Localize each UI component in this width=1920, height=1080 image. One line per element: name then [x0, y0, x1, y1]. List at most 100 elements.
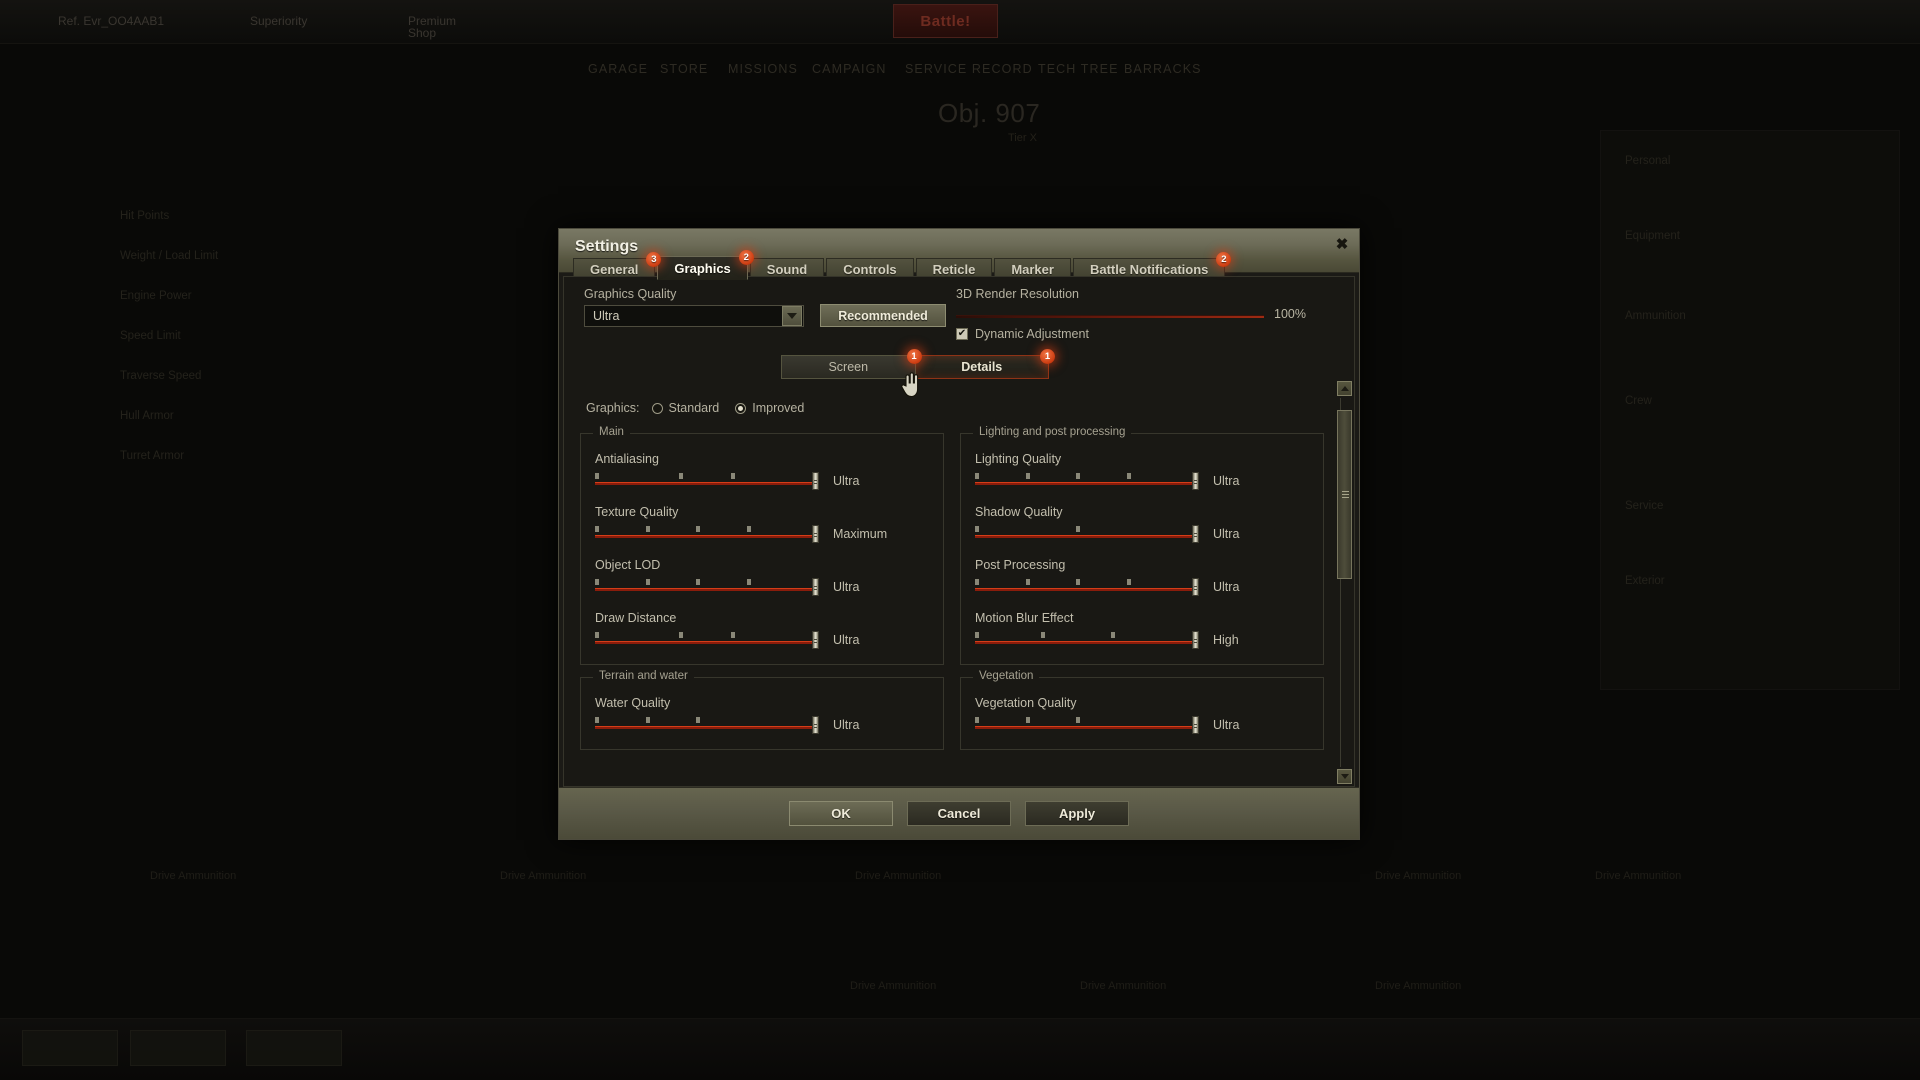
slider-track[interactable]	[975, 482, 1199, 485]
slider-tick	[678, 632, 683, 638]
slider-handle[interactable]	[812, 472, 819, 490]
slider-tick	[1076, 473, 1081, 479]
setting-label: Draw Distance	[595, 611, 677, 625]
background-ammo-row: Drive Ammunition	[1375, 870, 1462, 882]
slider-handle[interactable]	[1192, 472, 1199, 490]
setting-row: Shadow Quality Ultra	[975, 505, 1309, 543]
setting-slider[interactable]	[975, 578, 1199, 596]
setting-label: Shadow Quality	[975, 505, 1063, 519]
background-topbar-item: Superiority	[250, 14, 308, 28]
slider-tick	[746, 579, 751, 585]
slider-tick	[696, 526, 701, 532]
graphics-mode-standard[interactable]: Standard	[651, 401, 720, 415]
setting-label: Motion Blur Effect	[975, 611, 1074, 625]
selected-tank-name: Obj. 907	[938, 98, 1041, 128]
graphics-mode-label: Graphics:	[586, 401, 640, 415]
setting-slider-row: Ultra	[595, 631, 929, 649]
settings-group: Lighting and post processing Lighting Qua…	[960, 426, 1324, 665]
setting-slider-row: High	[975, 631, 1309, 649]
setting-slider[interactable]	[595, 472, 819, 490]
background-topbar-item: Ref. Evr_OO4AAB1	[58, 14, 165, 28]
slider-track[interactable]	[595, 535, 819, 538]
graphics-mode-label: Standard	[668, 401, 720, 415]
background-info-row: Ammunition	[1625, 310, 1686, 322]
slider-tick	[595, 473, 599, 479]
chevron-down-icon[interactable]	[782, 306, 802, 326]
slider-tick	[1076, 717, 1081, 723]
slider-track[interactable]	[975, 641, 1199, 644]
setting-slider[interactable]	[975, 716, 1199, 734]
dialog-body: Graphics Quality Ultra Recommended 3D Re…	[563, 276, 1355, 787]
setting-value: Ultra	[1213, 718, 1240, 732]
background-info-row: Equipment	[1625, 230, 1680, 242]
slider-track[interactable]	[975, 535, 1199, 538]
dynamic-adjustment-checkbox[interactable]: ✔ Dynamic Adjustment	[956, 327, 1089, 341]
tab-label: General	[590, 262, 639, 277]
setting-slider[interactable]	[975, 472, 1199, 490]
ok-button[interactable]: OK	[789, 801, 893, 826]
setting-slider[interactable]	[595, 525, 819, 543]
setting-slider[interactable]	[975, 525, 1199, 543]
slider-tick	[595, 717, 599, 723]
background-bottom-slot	[130, 1030, 226, 1066]
slider-tick	[731, 632, 736, 638]
slider-track[interactable]	[595, 726, 819, 729]
slider-tick	[975, 632, 979, 638]
background-bottom-slot	[246, 1030, 342, 1066]
slider-track[interactable]	[595, 641, 819, 644]
radio-icon[interactable]	[651, 402, 663, 414]
slider-handle[interactable]	[812, 525, 819, 543]
background-ammo-row: Drive Ammunition	[500, 870, 587, 882]
battle-button[interactable]: Battle!	[893, 4, 998, 38]
slider-ticks	[595, 579, 819, 586]
recommended-button[interactable]: Recommended	[820, 304, 946, 327]
subtab-screen[interactable]: Screen 1	[781, 349, 922, 379]
close-icon[interactable]: ✖	[1331, 233, 1353, 255]
subtab-details[interactable]: Details 1	[915, 349, 1055, 379]
setting-label: Lighting Quality	[975, 452, 1062, 466]
graphics-quality-select[interactable]: Ultra	[584, 305, 804, 327]
scroll-up-icon[interactable]	[1337, 381, 1352, 396]
background-nav-item: STORE	[660, 62, 709, 76]
slider-tick	[975, 579, 979, 585]
slider-track[interactable]	[975, 726, 1199, 729]
setting-slider[interactable]	[975, 631, 1199, 649]
setting-row: Texture Quality Maximum	[595, 505, 929, 543]
scrollbar-thumb[interactable]	[1337, 410, 1352, 580]
slider-track[interactable]	[595, 588, 819, 591]
apply-button[interactable]: Apply	[1025, 801, 1129, 826]
settings-group: Main Antialiasing Ultra Texture Quality Maxi…	[580, 426, 944, 665]
slider-handle[interactable]	[812, 578, 819, 596]
setting-slider[interactable]	[595, 578, 819, 596]
slider-track[interactable]	[595, 482, 819, 485]
slider-handle[interactable]	[1192, 716, 1199, 734]
slider-tick	[1025, 717, 1030, 723]
setting-slider-row: Ultra	[975, 716, 1309, 734]
scroll-down-icon[interactable]	[1337, 769, 1352, 784]
tab-graphics[interactable]: Graphics 2	[657, 250, 754, 280]
slider-handle[interactable]	[1192, 578, 1199, 596]
slider-tick	[595, 632, 599, 638]
slider-ticks	[595, 632, 819, 639]
cancel-button[interactable]: Cancel	[907, 801, 1011, 826]
slider-handle[interactable]	[1192, 631, 1199, 649]
background-info-row: Service	[1625, 500, 1664, 512]
setting-slider[interactable]	[595, 716, 819, 734]
render-resolution-slider[interactable]	[956, 315, 1264, 318]
graphics-mode-improved[interactable]: Improved	[735, 401, 804, 415]
settings-scrollbar[interactable]	[1337, 381, 1352, 784]
setting-row: Vegetation Quality Ultra	[975, 696, 1309, 734]
settings-scroll-viewport: Graphics: Standard Improved Main Antialias…	[564, 381, 1336, 786]
subtab-label: Screen	[828, 360, 869, 374]
slider-handle[interactable]	[812, 716, 819, 734]
background-info-row: Exterior	[1625, 575, 1665, 587]
radio-icon[interactable]	[735, 402, 747, 414]
slider-tick	[975, 526, 979, 532]
setting-slider[interactable]	[595, 631, 819, 649]
settings-group-title: Main	[593, 426, 630, 438]
render-resolution-label: 3D Render Resolution	[956, 287, 1079, 301]
slider-handle[interactable]	[812, 631, 819, 649]
slider-track[interactable]	[975, 588, 1199, 591]
slider-handle[interactable]	[1192, 525, 1199, 543]
slider-ticks	[595, 717, 819, 724]
